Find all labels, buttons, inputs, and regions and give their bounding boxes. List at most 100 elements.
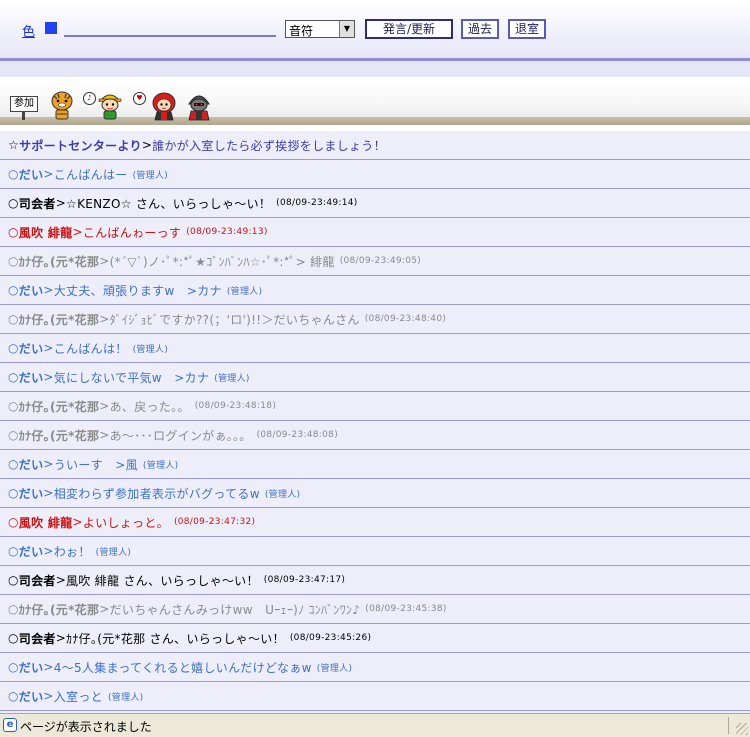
message-text: ﾀﾞｲｼﾞｮﾋﾞですか??(；'ロ')!!＞だいちゃんさん (109, 312, 360, 327)
message-prefix: ○ (8, 573, 19, 587)
timestamp: (08/09-23:49:14) (276, 198, 358, 208)
separator: > (43, 689, 54, 703)
message-text: ういーす >風 (53, 457, 138, 472)
message-prefix: ○ (8, 660, 19, 674)
separator: > (55, 196, 67, 210)
message-text: 風吹 緋龍 さん、いらっしゃ～い！ (66, 573, 259, 588)
role-tag: (管理人) (107, 692, 144, 703)
timestamp: (08/09-23:45:26) (289, 633, 372, 643)
separator: > (141, 138, 153, 152)
message-text: (*´▽`)ノ･ﾟ*:*ﾟ★ｺﾞﾝﾊﾞﾝﾊ☆･ﾟ*:*ﾟ> 緋龍 (109, 254, 335, 269)
message-text: こんばんゎーっす (82, 225, 182, 240)
speaker-name: だい (18, 283, 44, 298)
chat-message-row: ○ ｶﾅ仔｡(元*花那 > あ～･･･ログインがぁ。。。 (08/09-23:48… (0, 421, 750, 450)
chat-message-row: ○ だい > 入室っと (管理人) (0, 682, 750, 711)
role-tag: (管理人) (214, 373, 250, 384)
sound-select-value: 音符 (289, 24, 314, 38)
speaker-name: だい (18, 486, 44, 501)
speaker-name: ｶﾅ仔｡(元*花那 (18, 312, 100, 327)
chat-message-row: ○ ｶﾅ仔｡(元*花那 > だいちゃんさんみっけww Uｰｪｰ)ﾉ ｺﾝﾊﾞﾝﾜ… (0, 595, 750, 624)
color-link[interactable]: 色 (22, 21, 35, 40)
message-text: こんばんはー (53, 167, 128, 182)
message-text: ｶﾅ仔｡(元*花那 さん、いらっしゃ～い！ (66, 631, 285, 646)
message-prefix: ○ (8, 544, 19, 558)
role-tag: (管理人) (316, 663, 353, 674)
chat-message-row: ○ 司会者 > ☆KENZO☆ さん、いらっしゃ～い！ (08/09-23:49:1… (0, 189, 750, 218)
chat-message-row: ○ ｶﾅ仔｡(元*花那 > (*´▽`)ノ･ﾟ*:*ﾟ★ｺﾞﾝﾊﾞﾝﾊ☆･ﾟ*:… (0, 247, 750, 276)
message-text: 誰かが入室したら必ず挨拶をしましょう！ (152, 138, 386, 153)
message-text: 入室っと (53, 689, 103, 704)
timestamp: (08/09-23:48:18) (194, 401, 277, 411)
status-bar: e ページが表示されました (0, 713, 750, 737)
speaker-name: だい (18, 544, 44, 559)
message-text: わぉ！ (53, 544, 91, 559)
role-tag: (管理人) (142, 460, 179, 471)
message-prefix: ○ (8, 399, 19, 413)
speaker-name: ｶﾅ仔｡(元*花那 (18, 602, 100, 617)
past-log-button[interactable]: 過去 (461, 19, 499, 39)
message-prefix: ○ (8, 457, 19, 471)
resize-grip-icon[interactable] (736, 723, 748, 735)
timestamp: (08/09-23:49:05) (339, 256, 422, 266)
join-sign-pole (22, 112, 25, 120)
message-text: だいちゃんさんみっけww Uｰｪｰ)ﾉ ｺﾝﾊﾞﾝﾜﾝ♪ (109, 602, 361, 617)
chat-message-row: ○ 司会者 > ｶﾅ仔｡(元*花那 さん、いらっしゃ～い！ (08/09-23:45… (0, 624, 750, 653)
separator: > (99, 602, 110, 616)
message-prefix: ○ (8, 370, 19, 384)
chat-message-row: ○ だい > 相変わらず参加者表示がバグってるw (管理人) (0, 479, 750, 508)
separator: > (99, 254, 110, 268)
separator: > (99, 312, 110, 326)
role-tag: (管理人) (132, 170, 169, 181)
red-hair-girl-avatar-icon (152, 92, 176, 121)
speaker-name: 司会者 (18, 573, 56, 588)
separator: > (99, 428, 110, 442)
message-text: こんばんは！ (53, 341, 128, 356)
separator: > (43, 486, 54, 500)
music-note-bubble-icon: ♪ (83, 92, 96, 105)
message-text: よいしょっと。 (82, 515, 169, 530)
speaker-name: 風吹 緋龍 (18, 225, 73, 240)
timestamp: (08/09-23:47:32) (173, 517, 256, 527)
heart-bubble-icon: ♥ (133, 92, 146, 105)
role-tag: (管理人) (264, 489, 301, 500)
message-prefix: ○ (8, 196, 19, 210)
separator: > (43, 341, 54, 355)
timestamp: (08/09-23:48:40) (364, 314, 447, 324)
join-sign: 参加 (10, 96, 38, 112)
divider-band (0, 61, 750, 77)
message-prefix: ○ (8, 254, 19, 268)
role-tag: (管理人) (132, 344, 169, 355)
cap-boy-avatar-icon (98, 94, 122, 120)
speaker-name: だい (18, 370, 44, 385)
send-update-button[interactable]: 発言/更新 (365, 19, 453, 39)
speaker-name: 司会者 (18, 196, 56, 211)
speaker-name: ｶﾅ仔｡(元*花那 (18, 254, 100, 269)
chat-message-row: ○ だい > ういーす >風 (管理人) (0, 450, 750, 479)
chevron-down-icon[interactable]: ▼ (339, 21, 354, 37)
chat-message-row: ○ だい > こんばんはー (管理人) (0, 160, 750, 189)
separator: > (43, 167, 54, 181)
message-text: 4～5人集まってくれると嬉しいんだけどなぁw (53, 660, 312, 675)
exit-room-button[interactable]: 退室 (508, 19, 546, 39)
color-swatch[interactable] (45, 22, 57, 34)
speaker-name: だい (18, 660, 44, 675)
chat-message-row: ○ だい > 4～5人集まってくれると嬉しいんだけどなぁw (管理人) (0, 653, 750, 682)
speaker-name: 風吹 緋龍 (18, 515, 73, 530)
message-prefix: ○ (8, 167, 19, 181)
chat-message-row: ○ ｶﾅ仔｡(元*花那 > ﾀﾞｲｼﾞｮﾋﾞですか??(；'ロ')!!＞だいちゃ… (0, 305, 750, 334)
ie-page-icon: e (3, 718, 17, 732)
message-input[interactable] (64, 18, 276, 37)
chat-log: ☆ サポートセンターより > 誰かが入室したら必ず挨拶をしましょう！ ○ だい > … (0, 131, 750, 713)
status-divider (728, 717, 729, 734)
speaker-name: サポートセンターより (19, 138, 142, 153)
message-text: あ、戻った。。 (109, 399, 190, 414)
speaker-name: ｶﾅ仔｡(元*花那 (18, 428, 100, 443)
speaker-name: ｶﾅ仔｡(元*花那 (18, 399, 100, 414)
timestamp: (08/09-23:45:38) (365, 604, 447, 614)
chat-message-row: ○ 風吹 緋龍 > よいしょっと。 (08/09-23:47:32) (0, 508, 750, 537)
message-text: あ～･･･ログインがぁ。。。 (109, 428, 252, 443)
separator: > (43, 283, 54, 297)
dark-knight-avatar-icon (188, 95, 210, 121)
role-tag: (管理人) (95, 547, 132, 558)
sound-select[interactable]: 音符 ▼ (285, 20, 355, 38)
